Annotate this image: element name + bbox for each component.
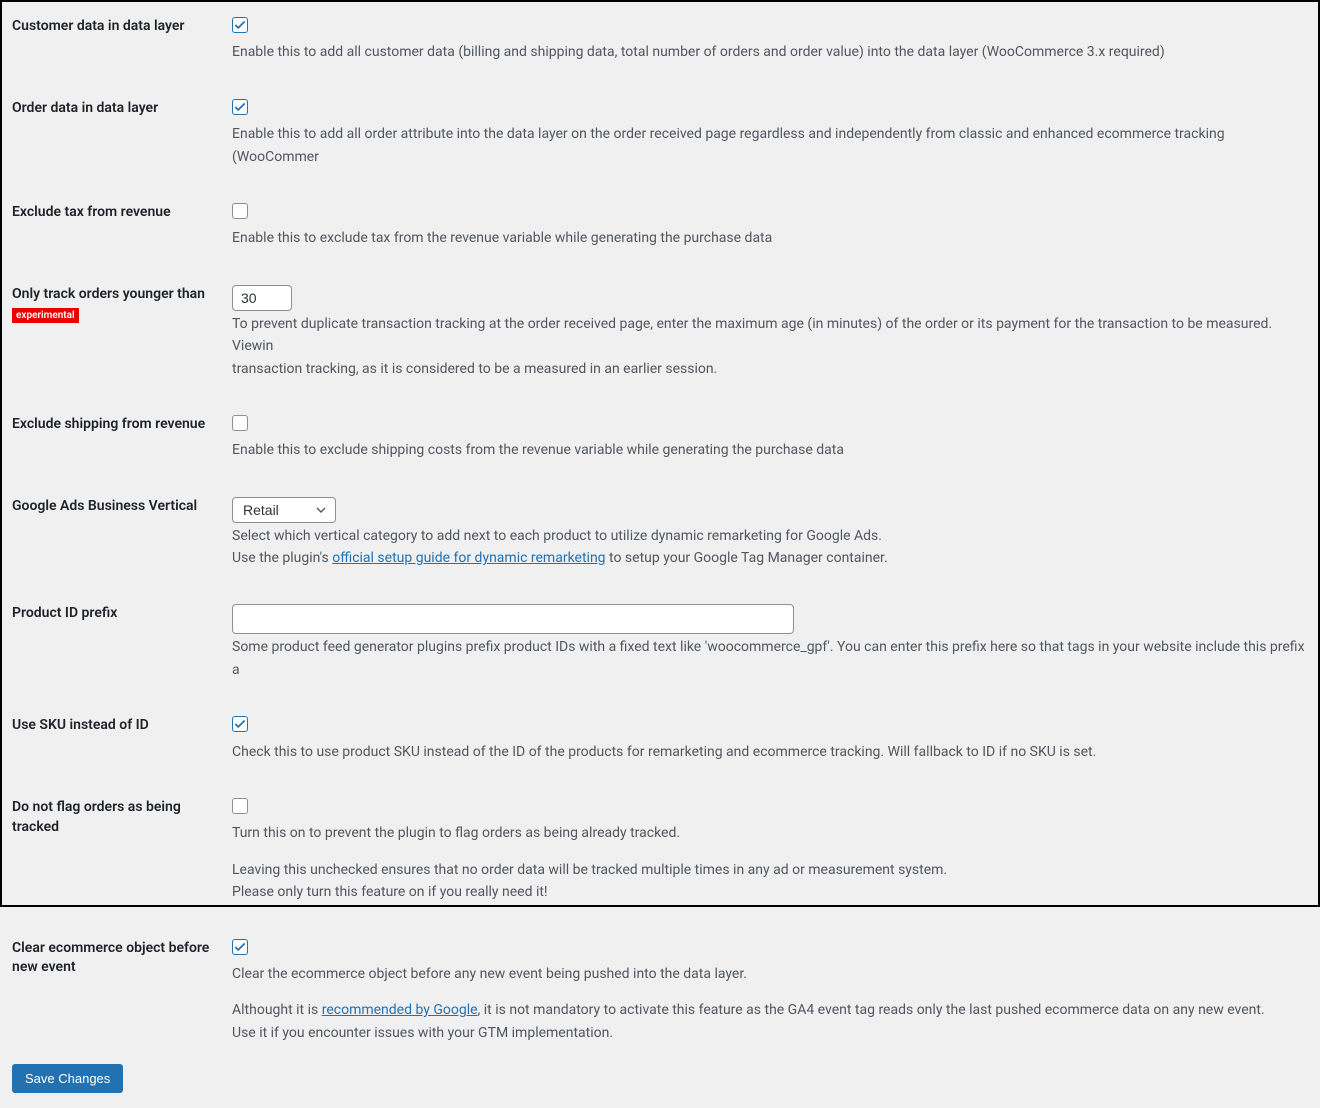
label-product-id-prefix: Product ID prefix — [12, 604, 232, 681]
description-order-data: Enable this to add all order attribute i… — [232, 123, 1308, 168]
check-icon — [233, 940, 247, 954]
row-product-id-prefix: Product ID prefix Some product feed gene… — [2, 589, 1318, 701]
description-clear-ecommerce: Clear the ecommerce object before any ne… — [232, 963, 1308, 1044]
description-order-max-age: To prevent duplicate transaction trackin… — [232, 313, 1308, 380]
label-customer-data: Customer data in data layer — [12, 17, 232, 64]
label-clear-ecommerce: Clear ecommerce object before new event — [12, 939, 232, 1045]
label-do-not-flag: Do not flag orders as being tracked — [12, 798, 232, 904]
input-order-max-age[interactable] — [232, 285, 292, 311]
label-order-data: Order data in data layer — [12, 99, 232, 168]
row-clear-ecommerce: Clear ecommerce object before new event … — [2, 924, 1318, 1065]
description-product-id-prefix: Some product feed generator plugins pref… — [232, 636, 1308, 681]
description-exclude-shipping: Enable this to exclude shipping costs fr… — [232, 439, 1308, 461]
label-business-vertical: Google Ads Business Vertical — [12, 497, 232, 570]
row-order-data: Order data in data layer Enable this to … — [2, 84, 1318, 188]
submit-row: Save Changes — [2, 1064, 1318, 1108]
checkbox-exclude-shipping[interactable] — [232, 415, 248, 431]
row-use-sku: Use SKU instead of ID Check this to use … — [2, 701, 1318, 783]
label-use-sku: Use SKU instead of ID — [12, 716, 232, 763]
row-exclude-tax: Exclude tax from revenue Enable this to … — [2, 188, 1318, 270]
label-exclude-tax: Exclude tax from revenue — [12, 203, 232, 250]
checkbox-use-sku[interactable] — [232, 716, 248, 732]
link-recommended-by-google[interactable]: recommended by Google — [322, 1002, 478, 1018]
description-business-vertical: Select which vertical category to add ne… — [232, 525, 1308, 570]
row-order-max-age: Only track orders younger than experimen… — [2, 270, 1318, 400]
row-business-vertical: Google Ads Business Vertical Retail Sele… — [2, 482, 1318, 590]
checkbox-exclude-tax[interactable] — [232, 203, 248, 219]
description-use-sku: Check this to use product SKU instead of… — [232, 741, 1308, 763]
description-do-not-flag: Turn this on to prevent the plugin to fl… — [232, 822, 1308, 903]
check-icon — [233, 717, 247, 731]
checkbox-order-data[interactable] — [232, 99, 248, 115]
checkbox-clear-ecommerce[interactable] — [232, 939, 248, 955]
description-exclude-tax: Enable this to exclude tax from the reve… — [232, 227, 1308, 249]
input-product-id-prefix[interactable] — [232, 604, 794, 634]
label-order-max-age: Only track orders younger than — [12, 286, 205, 302]
row-do-not-flag: Do not flag orders as being tracked Turn… — [2, 783, 1318, 924]
link-dynamic-remarketing-guide[interactable]: official setup guide for dynamic remarke… — [332, 550, 605, 566]
select-business-vertical[interactable]: Retail — [232, 497, 336, 523]
badge-experimental: experimental — [12, 308, 79, 323]
check-icon — [233, 18, 247, 32]
save-changes-button[interactable]: Save Changes — [12, 1064, 123, 1093]
description-customer-data: Enable this to add all customer data (bi… — [232, 41, 1308, 63]
settings-form: Customer data in data layer Enable this … — [2, 2, 1318, 1108]
check-icon — [233, 100, 247, 114]
checkbox-do-not-flag[interactable] — [232, 798, 248, 814]
row-exclude-shipping: Exclude shipping from revenue Enable thi… — [2, 400, 1318, 482]
label-exclude-shipping: Exclude shipping from revenue — [12, 415, 232, 462]
row-customer-data: Customer data in data layer Enable this … — [2, 2, 1318, 84]
checkbox-customer-data[interactable] — [232, 17, 248, 33]
